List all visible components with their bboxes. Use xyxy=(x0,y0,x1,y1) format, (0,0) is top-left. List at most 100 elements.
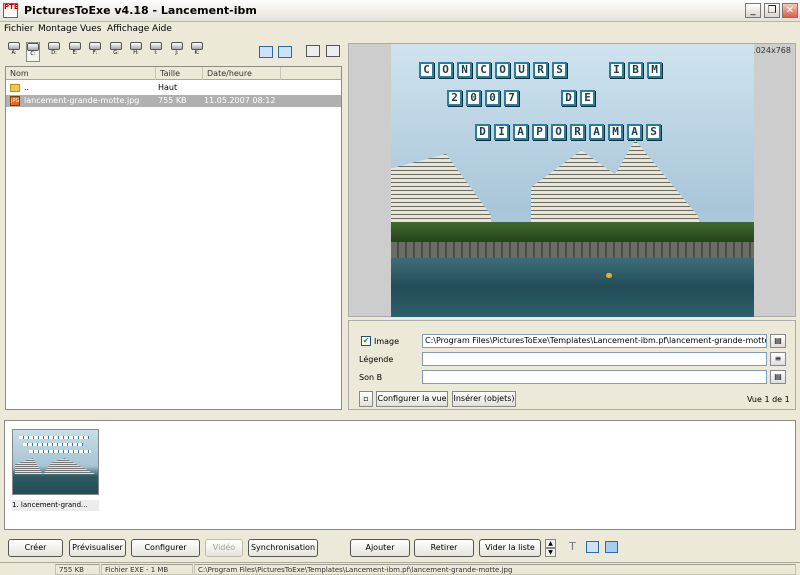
jpg-icon: JPG xyxy=(10,96,20,106)
file-size: 755 KB xyxy=(158,96,187,105)
legende-label: Légende xyxy=(359,355,394,364)
sea xyxy=(391,258,754,317)
drive-k-button[interactable]: K: xyxy=(190,42,204,62)
drive-i-button[interactable]: I: xyxy=(149,42,163,62)
drive-a-button[interactable]: A: xyxy=(7,42,21,62)
drive-d-button[interactable]: D: xyxy=(47,42,61,62)
drive-icon xyxy=(150,42,162,50)
status-size: 755 KB xyxy=(55,564,100,575)
slide-letter: D xyxy=(475,124,490,140)
slide-preview[interactable]: CONCOURSIBM 2007DE DIAPORAMAS xyxy=(391,44,754,317)
menu-bar: Fichier Montage Vues Affichage Aide xyxy=(0,22,800,36)
clear-list-button[interactable]: Vider la liste xyxy=(479,539,541,557)
menu-aide[interactable]: Aide xyxy=(152,22,172,36)
add-button[interactable]: Ajouter xyxy=(350,539,410,557)
menu-affichage[interactable]: Affichage xyxy=(107,22,149,36)
insert-objects-button[interactable]: Insérer (objets) xyxy=(452,391,516,407)
open-sound-icon[interactable]: ▤ xyxy=(770,370,786,384)
file-row-parent[interactable]: .. Haut xyxy=(6,82,341,94)
new-folder-icon[interactable] xyxy=(326,45,340,57)
image-path-field[interactable]: C:\Program Files\PicturesToExe\Templates… xyxy=(422,334,767,348)
synchronisation-button[interactable]: Synchronisation xyxy=(248,539,318,557)
close-button[interactable]: ✕ xyxy=(782,3,798,18)
drive-c-button[interactable]: C: xyxy=(26,42,40,62)
slide-letter: E xyxy=(580,90,595,106)
menu-fichier[interactable]: Fichier xyxy=(4,22,33,36)
file-name: lancement-grande-motte.jpg xyxy=(24,96,140,105)
slide-letter: B xyxy=(628,62,643,78)
resolution-label: 1024x768 xyxy=(750,46,791,55)
drive-g-button[interactable]: G: xyxy=(109,42,123,62)
title-bar[interactable]: PTE PicturesToExe v4.18 - Lancement-ibm … xyxy=(0,0,800,22)
menu-vues[interactable]: Vues xyxy=(80,22,101,36)
file-list[interactable]: Nom Taille Date/heure .. Haut JPG lancem… xyxy=(5,66,342,410)
move-down-icon[interactable]: ▼ xyxy=(545,548,556,557)
drive-f-button[interactable]: F: xyxy=(88,42,102,62)
slide-letter: O xyxy=(495,62,510,78)
slide-letter: R xyxy=(533,62,548,78)
slide-letter: I xyxy=(494,124,509,140)
create-button[interactable]: Créer xyxy=(8,539,63,557)
configure-view-button[interactable]: Configurer la vue xyxy=(376,391,448,407)
building-left xyxy=(391,154,491,226)
slide-timeline[interactable]: 1. lancement-grand... xyxy=(4,420,796,530)
restore-button[interactable]: ❐ xyxy=(764,3,780,18)
drive-h-button[interactable]: H: xyxy=(129,42,143,62)
window-title: PicturesToExe v4.18 - Lancement-ibm xyxy=(24,4,257,17)
open-folder-icon[interactable]: ▤ xyxy=(770,334,786,348)
slide-letter: 0 xyxy=(485,90,500,106)
slides-view-icon[interactable] xyxy=(586,541,599,553)
slide-letter: O xyxy=(551,124,566,140)
drive-toolbar: A: C: D: E: F: G: H: I: J: K: xyxy=(0,38,345,64)
remove-button[interactable]: Retirer xyxy=(414,539,474,557)
app-icon[interactable]: PTE xyxy=(3,3,19,18)
slide-letter-space xyxy=(571,62,586,78)
move-up-icon[interactable]: ▲ xyxy=(545,539,556,548)
drive-j-button[interactable]: J: xyxy=(170,42,184,62)
drive-e-button[interactable]: E: xyxy=(68,42,82,62)
slide-letter: S xyxy=(646,124,661,140)
slide-letter: U xyxy=(514,62,529,78)
thumbnail-title-bar xyxy=(29,450,91,453)
video-button[interactable]: Vidéo xyxy=(205,539,243,557)
slide-letter: 2 xyxy=(447,90,462,106)
son-label: Son B xyxy=(359,373,383,382)
column-size[interactable]: Taille xyxy=(156,67,203,80)
configure-button[interactable]: Configurer xyxy=(131,539,200,557)
slide-letter: C xyxy=(419,62,434,78)
text-icon[interactable]: T xyxy=(566,541,579,553)
slide-letter: I xyxy=(609,62,624,78)
preview-button[interactable]: Prévisualiser xyxy=(69,539,126,557)
expand-icon[interactable]: ▫ xyxy=(359,391,373,407)
slide-letter: 7 xyxy=(504,90,519,106)
file-row-image[interactable]: JPG lancement-grande-motte.jpg 755 KB 11… xyxy=(6,95,341,107)
slide-letter: A xyxy=(589,124,604,140)
edit-text-icon[interactable]: ≡ xyxy=(770,352,786,366)
parent-folder-icon[interactable] xyxy=(306,45,320,57)
menu-montage[interactable]: Montage xyxy=(38,22,77,36)
legende-field[interactable] xyxy=(422,352,767,366)
drive-icon xyxy=(89,42,101,50)
buoy xyxy=(606,273,612,278)
slide-letter: M xyxy=(647,62,662,78)
column-name[interactable]: Nom xyxy=(6,67,156,80)
timeline-view-icon[interactable] xyxy=(605,541,618,553)
slide-letter: S xyxy=(552,62,567,78)
drive-icon xyxy=(171,42,183,50)
slide-letter-space xyxy=(542,90,557,106)
minimize-button[interactable]: _ xyxy=(745,3,761,18)
drive-icon xyxy=(130,42,142,50)
status-path: C:\Program Files\PicturesToExe\Templates… xyxy=(194,564,796,575)
slide-title-line-3: DIAPORAMAS xyxy=(475,124,665,140)
file-name: .. xyxy=(24,83,30,92)
image-checkbox[interactable]: ✔ xyxy=(361,336,371,346)
file-list-header: Nom Taille Date/heure xyxy=(6,67,341,80)
son-field[interactable] xyxy=(422,370,767,384)
slide-letter: C xyxy=(476,62,491,78)
column-date[interactable]: Date/heure xyxy=(203,67,281,80)
drive-icon xyxy=(191,42,203,50)
thumbnails-icon[interactable] xyxy=(278,46,292,58)
slide-thumbnail[interactable] xyxy=(12,429,99,495)
slide-letter: P xyxy=(532,124,547,140)
select-all-icon[interactable] xyxy=(259,46,273,58)
